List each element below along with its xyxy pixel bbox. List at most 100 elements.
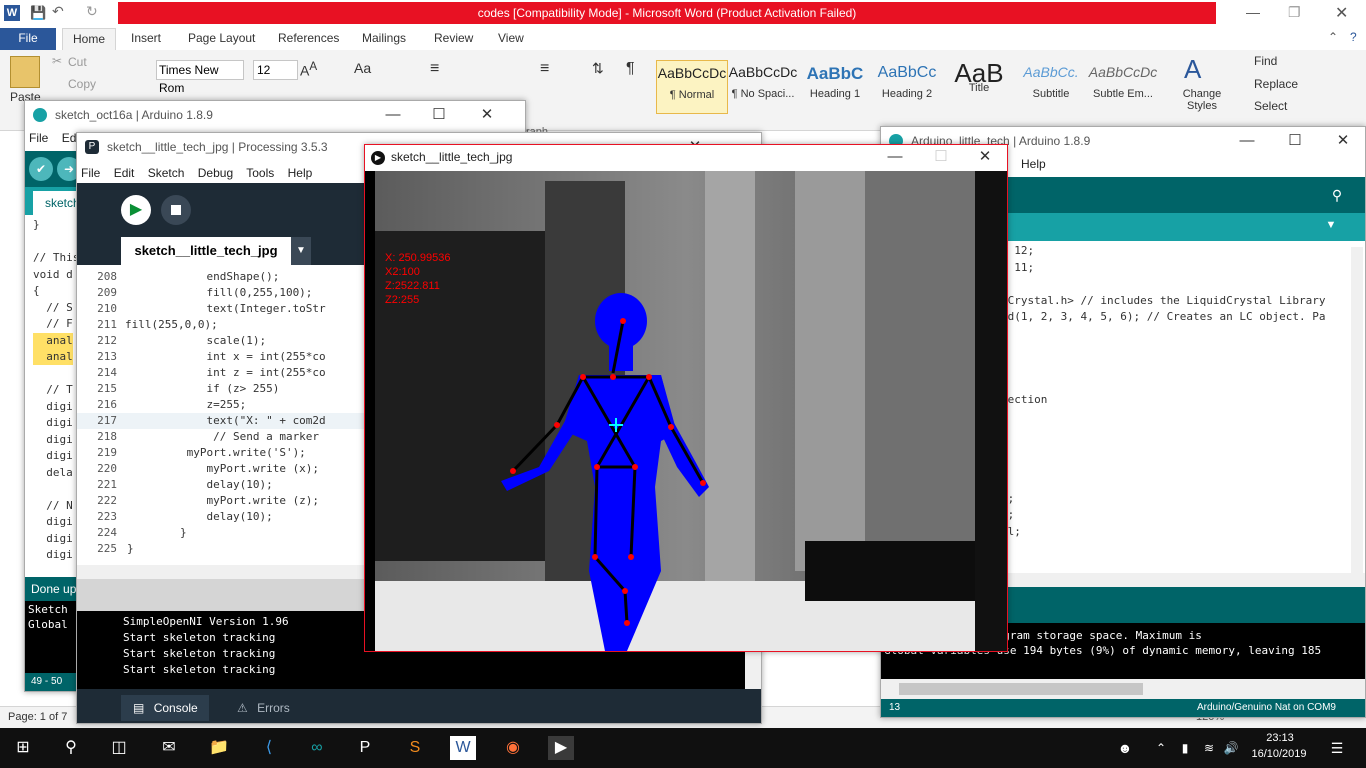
clock-date[interactable]: 16/10/2019 (1246, 748, 1312, 760)
close-button[interactable]: ✕ (1333, 131, 1353, 151)
word-minimize-button[interactable]: — (1246, 4, 1260, 20)
paste-icon[interactable] (10, 56, 40, 88)
menu-sketch[interactable]: Sketch (148, 166, 185, 180)
indent-icon[interactable]: ≡ (540, 60, 549, 78)
change-styles-button[interactable]: Change Styles (1180, 88, 1224, 112)
style-subtitle-preview: AaBbCc. (1023, 64, 1079, 80)
line-number: 215 (97, 382, 117, 395)
minimize-button[interactable]: — (1237, 131, 1257, 151)
mail-icon[interactable]: ✉ (156, 736, 182, 760)
style-normal[interactable]: AaBbCcDc ¶ Normal (656, 60, 728, 114)
select-button[interactable]: Select (1254, 99, 1287, 113)
maximize-button[interactable]: ☐ (429, 105, 449, 125)
firefox-icon[interactable]: ◉ (500, 736, 526, 760)
word-close-button[interactable]: ✕ (1335, 3, 1348, 23)
stop-button[interactable] (161, 195, 191, 225)
bullets-icon[interactable]: ≡ (430, 60, 439, 78)
line-number: 224 (97, 526, 117, 539)
tab-home[interactable]: Home (62, 28, 116, 51)
line-number: 211 (97, 318, 117, 331)
menu-file[interactable]: File (29, 131, 48, 145)
sort-icon[interactable]: ⇅ (592, 60, 604, 77)
arduino-taskbar-icon[interactable]: ∞ (304, 736, 330, 760)
menu-edit[interactable]: Edit (114, 166, 135, 180)
run-button[interactable]: ▶ (121, 195, 151, 225)
tab-insert[interactable]: Insert (131, 28, 161, 50)
style-heading-1-preview: AaBbC (806, 64, 864, 83)
errors-tab[interactable]: ⚠ Errors (237, 695, 317, 721)
battery-icon[interactable]: ▮ (1172, 736, 1198, 760)
font-size-input[interactable]: 12 (253, 60, 298, 80)
processing-taskbar-icon[interactable]: P (352, 736, 378, 760)
errors-tab-label: Errors (257, 701, 290, 715)
style-subtle-emphasis[interactable]: AaBbCcDc Subtle Em... (1088, 60, 1158, 112)
menu-tools[interactable]: Tools (246, 166, 274, 180)
grow-font-icon[interactable]: AA (300, 60, 317, 79)
depth-image-canvas[interactable]: X: 250.99536 X2:100 Z:2522.811 Z2:255 (365, 171, 1007, 651)
volume-icon[interactable]: 🔊 (1218, 736, 1244, 760)
style-heading-1[interactable]: AaBbC Heading 1 (800, 60, 870, 112)
people-icon[interactable]: ☻ (1112, 736, 1138, 760)
menu-help[interactable]: Help (1021, 157, 1046, 171)
vertical-scrollbar[interactable] (1351, 247, 1363, 573)
help-icon[interactable]: ? (1350, 30, 1357, 44)
line-number: 13 (889, 702, 901, 713)
cut-button[interactable]: Cut (68, 55, 87, 69)
verify-icon[interactable]: ✔ (29, 157, 53, 181)
sketch-window: ▶ sketch__little_tech_jpg — ☐ ✕ X: 250.9… (364, 144, 1008, 652)
code-text: int x = int(255*co (127, 350, 326, 363)
close-button[interactable]: ✕ (477, 105, 497, 125)
tab-references[interactable]: References (278, 28, 339, 50)
console-scrollbar[interactable] (881, 679, 1365, 699)
menu-file[interactable]: File (81, 166, 100, 180)
task-view-icon[interactable]: ◫ (106, 736, 132, 760)
tray-chevron-icon[interactable]: ⌃ (1148, 736, 1174, 760)
font-name-input[interactable]: Times New Rom (156, 60, 244, 95)
menu-help[interactable]: Help (288, 166, 313, 180)
menu-debug[interactable]: Debug (198, 166, 233, 180)
maximize-button[interactable]: ☐ (931, 147, 951, 167)
change-styles-icon[interactable]: A (1184, 54, 1201, 85)
tab-review[interactable]: Review (434, 28, 473, 50)
scrollbar-thumb[interactable] (899, 683, 1143, 695)
maximize-button[interactable]: ☐ (1285, 131, 1305, 151)
search-icon[interactable]: ⚲ (58, 736, 84, 760)
change-case-icon[interactable]: Aa (354, 60, 371, 76)
tab-menu-icon[interactable]: ▼ (291, 237, 311, 265)
tab-mailings[interactable]: Mailings (362, 28, 406, 50)
file-explorer-icon[interactable]: 📁 (206, 736, 232, 760)
tab-view[interactable]: View (498, 28, 524, 50)
undo-icon[interactable]: ↶ (52, 3, 64, 20)
close-button[interactable]: ✕ (975, 147, 995, 167)
style-title[interactable]: AaB Title (944, 58, 1014, 112)
depth-edge-left (365, 171, 375, 651)
save-icon[interactable]: 💾 (30, 5, 46, 21)
warning-icon: ⚠ (237, 701, 248, 715)
notifications-icon[interactable]: ☰ (1324, 736, 1350, 760)
pilcrow-icon[interactable]: ¶ (626, 60, 635, 78)
start-windows-icon[interactable]: ⊞ (10, 736, 36, 760)
ribbon-collapse-icon[interactable]: ⌃ (1328, 30, 1338, 44)
console-tab[interactable]: ▤ Console (121, 695, 209, 721)
find-button[interactable]: Find (1254, 54, 1277, 68)
word-taskbar-icon[interactable]: W (450, 736, 476, 760)
style-no-spacing[interactable]: AaBbCcDc ¶ No Spaci... (728, 60, 798, 112)
code-line: { (33, 284, 40, 297)
minimize-button[interactable]: — (885, 147, 905, 167)
redo-icon[interactable]: ↻ (86, 3, 98, 20)
tab-file[interactable]: File (0, 28, 56, 50)
style-heading-2[interactable]: AaBbCc Heading 2 (872, 60, 942, 112)
replace-button[interactable]: Replace (1254, 77, 1298, 91)
vscode-icon[interactable]: ⟨ (256, 736, 282, 760)
tab-menu-icon[interactable]: ▼ (1323, 219, 1339, 235)
clock-time[interactable]: 23:13 (1252, 732, 1308, 744)
serial-monitor-icon[interactable]: ⚲ (1325, 183, 1349, 207)
sketch-tab[interactable]: sketch__little_tech_jpg (121, 237, 291, 265)
word-maximize-button[interactable]: ❐ (1288, 4, 1301, 21)
processing-sketch-taskbar-icon[interactable]: ▶ (548, 736, 574, 760)
sublime-icon[interactable]: S (402, 736, 428, 760)
style-subtitle[interactable]: AaBbCc. Subtitle (1016, 60, 1086, 112)
copy-button[interactable]: Copy (68, 77, 96, 91)
tab-page-layout[interactable]: Page Layout (188, 28, 255, 50)
minimize-button[interactable]: — (383, 105, 403, 125)
